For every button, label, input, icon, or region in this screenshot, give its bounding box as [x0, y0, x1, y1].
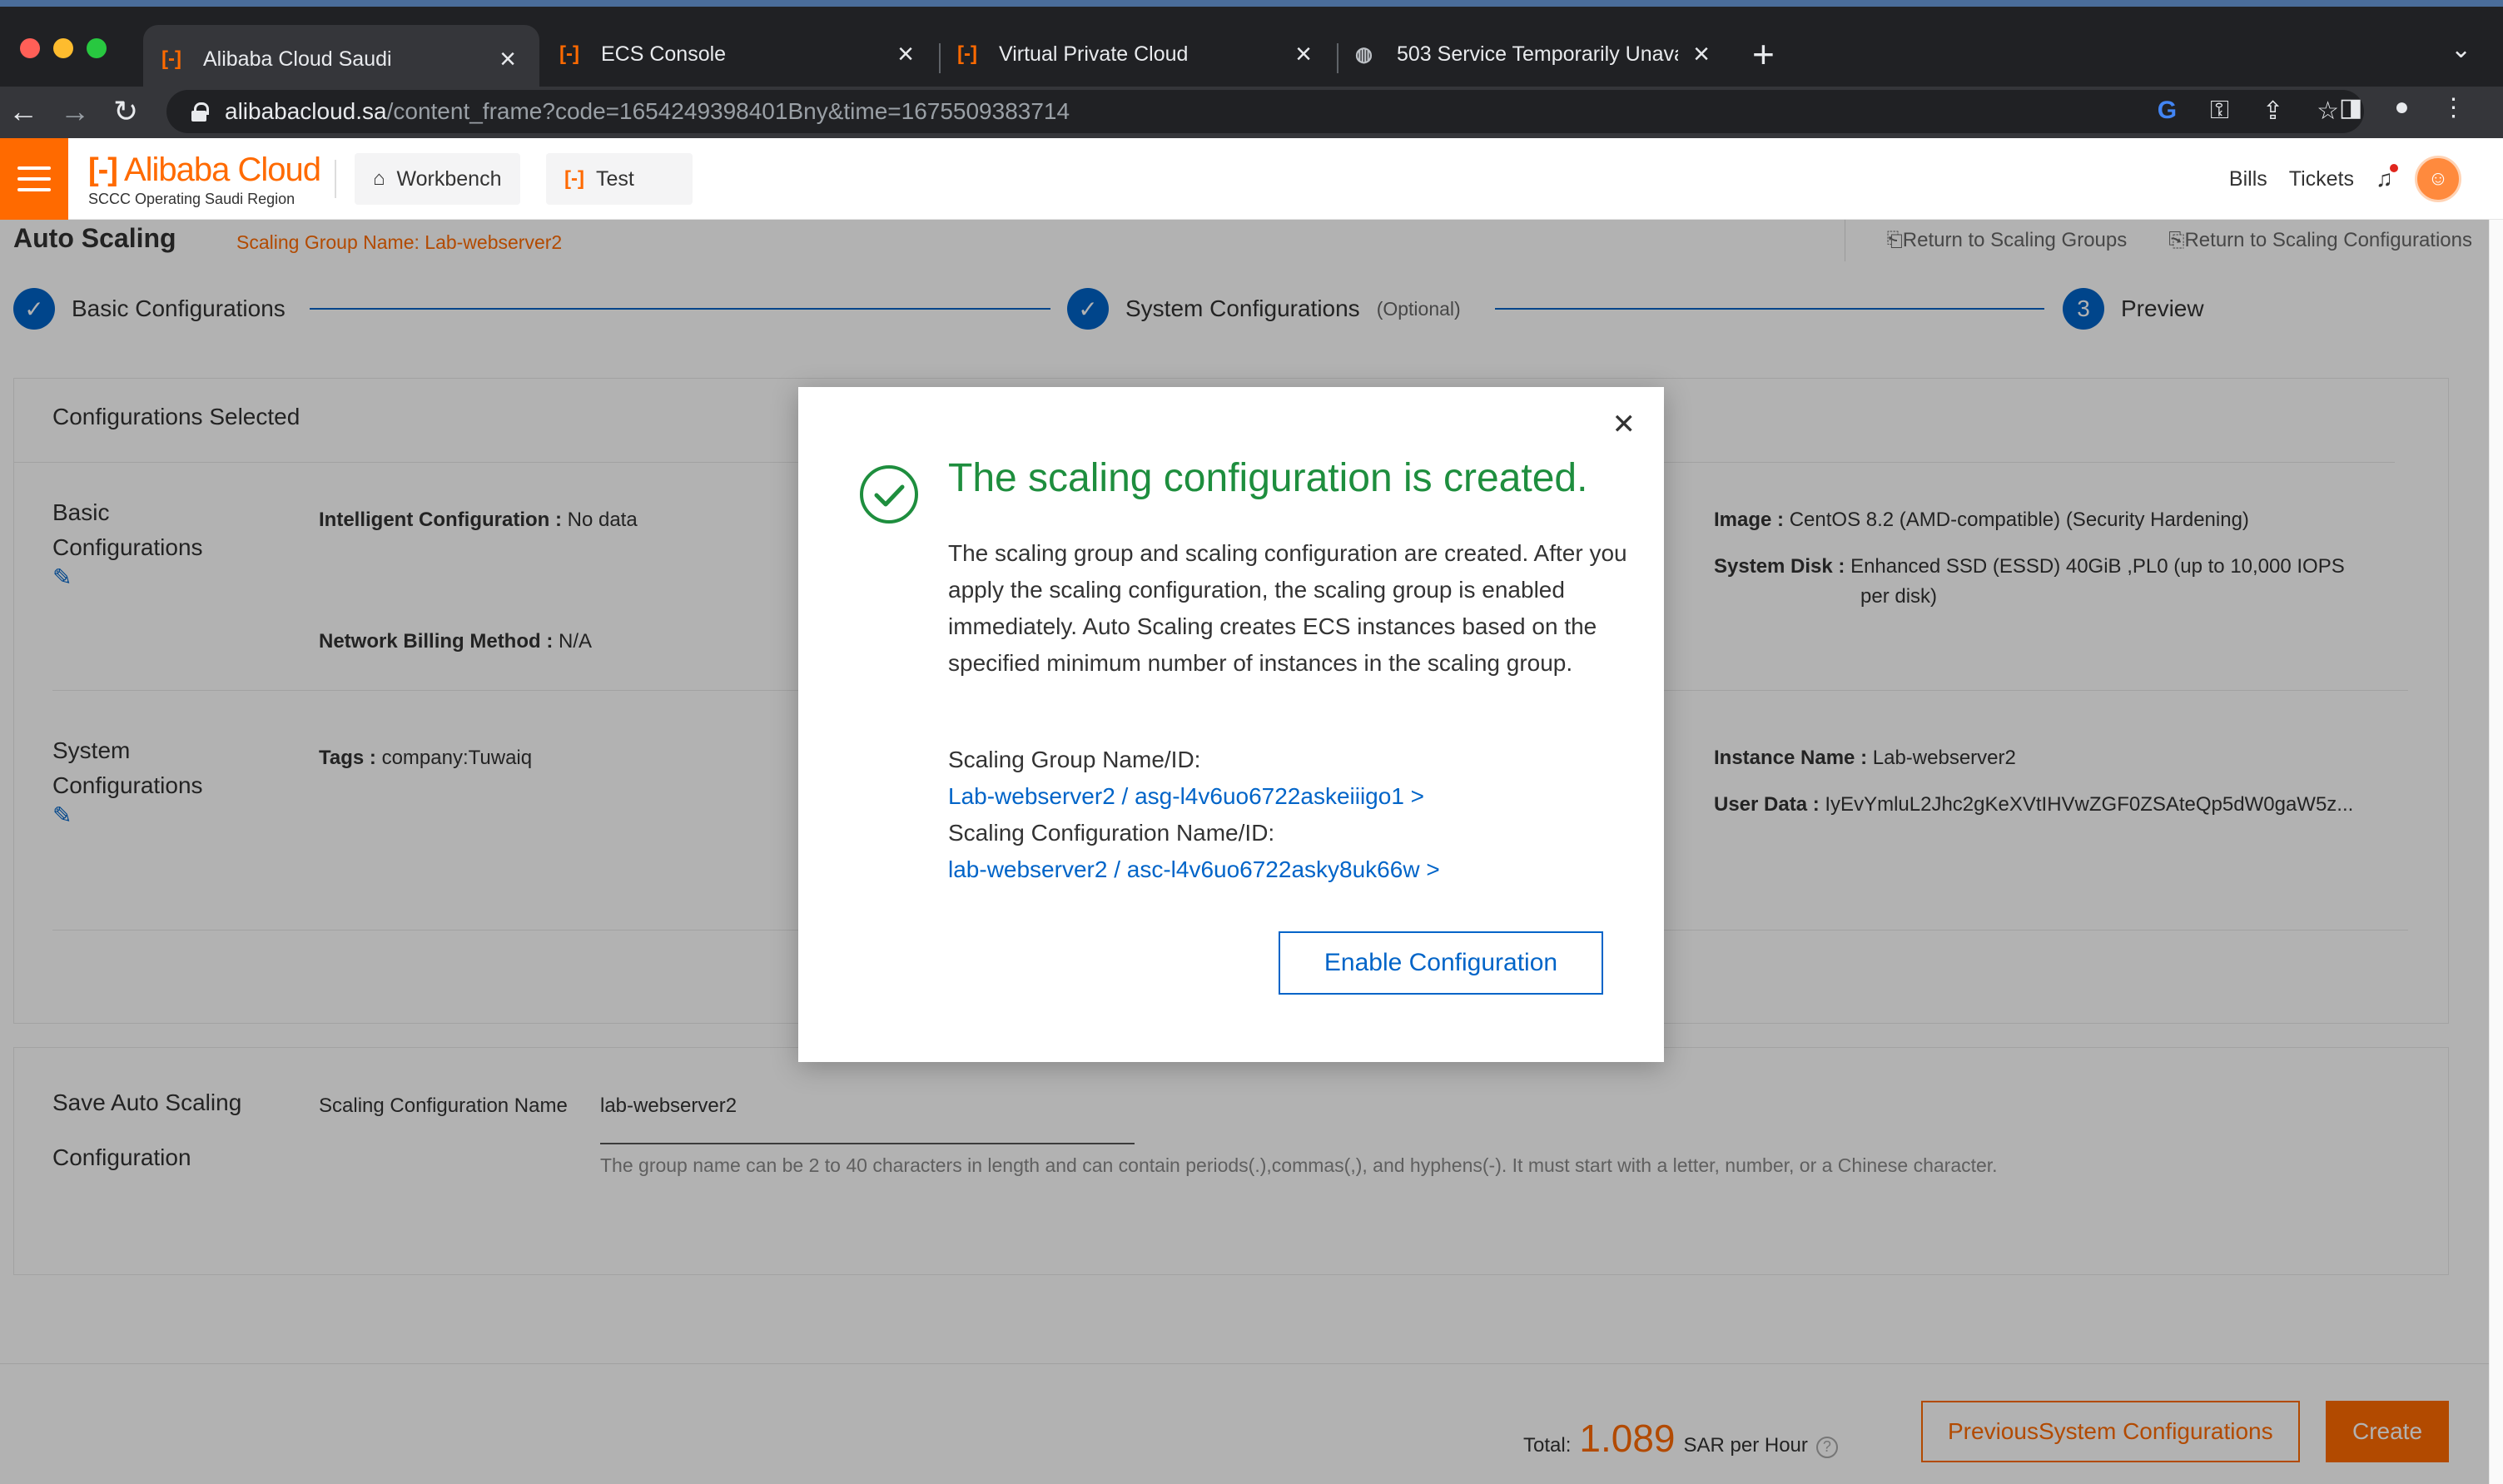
close-tab-icon[interactable]: ×: [892, 38, 919, 71]
scaling-configuration-link[interactable]: lab-webserver2 / asc-l4v6uo6722asky8uk66…: [948, 856, 1440, 883]
test-resource-group-button[interactable]: [-] Test: [546, 153, 693, 205]
workbench-button[interactable]: ⌂ Workbench: [355, 153, 520, 205]
workbench-label: Workbench: [396, 166, 502, 191]
sidebar-toggle-icon[interactable]: ◨: [2339, 93, 2362, 122]
zoom-window-button[interactable]: [87, 38, 107, 58]
lock-icon: [191, 102, 209, 122]
dialog-body: The scaling group and scaling configurat…: [948, 540, 1627, 676]
url-text: alibabacloud.sa/content_frame?code=16542…: [225, 98, 1070, 125]
tab-search-chevron-icon[interactable]: ⌄: [2451, 35, 2471, 64]
tab-label: 503 Service Temporarily Unava: [1397, 42, 1678, 66]
omnibox-icons: G ⚿ ⇪ ☆: [2158, 97, 2339, 126]
page-scrollbar[interactable]: [2489, 220, 2503, 1484]
close-icon[interactable]: ✕: [1612, 410, 1636, 439]
browser-tab-503-service[interactable]: ◍ 503 Service Temporarily Unava ×: [1337, 25, 1733, 83]
back-arrow-icon[interactable]: ←: [8, 93, 38, 130]
close-tab-icon[interactable]: ×: [1688, 38, 1715, 71]
scaling-group-id-label: Scaling Group Name/ID:: [948, 747, 1201, 772]
alibaba-logo-icon: [-]: [957, 42, 977, 65]
tab-label: Alibaba Cloud Saudi: [203, 47, 392, 71]
alibaba-cloud-logo[interactable]: [-] Alibaba Cloud SCCC Operating Saudi Re…: [88, 151, 321, 208]
url-host: alibabacloud.sa: [225, 98, 387, 124]
tab-label: Virtual Private Cloud: [999, 42, 1189, 66]
bills-link[interactable]: Bills: [2229, 167, 2267, 191]
url-omnibox[interactable]: alibabacloud.sa/content_frame?code=16542…: [166, 90, 2364, 133]
browser-tab-bar: [-] Alibaba Cloud Saudi × [-] ECS Consol…: [0, 7, 2503, 93]
hamburger-menu-icon[interactable]: [0, 138, 68, 220]
globe-icon: ◍: [1355, 42, 1373, 66]
key-icon[interactable]: ⚿: [2210, 97, 2229, 126]
address-bar-row: ← → ↻ alibabacloud.sa/content_frame?code…: [0, 87, 2503, 138]
alibaba-logo-icon: [-]: [559, 42, 579, 65]
alibaba-logo-icon: [-]: [564, 167, 584, 190]
close-tab-icon[interactable]: ×: [1290, 38, 1317, 71]
scaling-configuration-id-label: Scaling Configuration Name/ID:: [948, 820, 1275, 846]
test-label: Test: [595, 166, 634, 191]
forward-arrow-icon[interactable]: →: [60, 93, 90, 130]
profile-icon[interactable]: ●: [2394, 93, 2409, 122]
google-icon[interactable]: G: [2158, 97, 2177, 126]
window-top-edge: [0, 0, 2503, 7]
success-dialog: ✕ The scaling configuration is created. …: [798, 387, 1664, 1062]
notification-dot: [2390, 164, 2398, 172]
tab-label: ECS Console: [601, 42, 727, 66]
brand-name: Alibaba Cloud: [123, 151, 321, 188]
browser-tab-ecs-console[interactable]: [-] ECS Console ×: [541, 25, 937, 83]
alibaba-logo-icon: [-]: [88, 152, 118, 187]
close-tab-icon[interactable]: ×: [494, 43, 521, 76]
enable-configuration-button[interactable]: Enable Configuration: [1279, 931, 1603, 995]
more-menu-icon[interactable]: ⋮: [2441, 93, 2466, 122]
header-right: Bills Tickets ♫ ☺: [2229, 138, 2461, 220]
dialog-title: The scaling configuration is created.: [948, 456, 1588, 500]
share-icon[interactable]: ⇪: [2262, 97, 2283, 126]
browser-tab-alibaba-cloud-saudi[interactable]: [-] Alibaba Cloud Saudi ×: [143, 25, 539, 93]
reload-icon[interactable]: ↻: [113, 93, 138, 130]
toolbar-icons: ◨ ● ⋮: [2339, 93, 2466, 122]
console-header: [-] Alibaba Cloud SCCC Operating Saudi Re…: [0, 138, 2503, 220]
new-tab-plus-icon[interactable]: +: [1752, 35, 1775, 73]
header-divider: [335, 160, 336, 198]
star-bookmark-icon[interactable]: ☆: [2317, 97, 2339, 126]
tickets-link[interactable]: Tickets: [2289, 167, 2354, 191]
alibaba-logo-icon: [-]: [161, 47, 181, 70]
browser-tab-virtual-private-cloud[interactable]: [-] Virtual Private Cloud ×: [939, 25, 1335, 83]
scaling-group-link[interactable]: Lab-webserver2 / asg-l4v6uo6722askeiiigo…: [948, 783, 1424, 810]
success-check-icon: [860, 465, 918, 524]
url-path: /content_frame?code=1654249398401Bny&tim…: [386, 98, 1070, 124]
home-icon: ⌂: [373, 167, 385, 190]
avatar[interactable]: ☺: [2415, 156, 2461, 202]
minimize-window-button[interactable]: [53, 38, 73, 58]
notification-bell-icon[interactable]: ♫: [2376, 164, 2398, 192]
close-window-button[interactable]: [20, 38, 40, 58]
region-label: SCCC Operating Saudi Region: [88, 191, 295, 207]
